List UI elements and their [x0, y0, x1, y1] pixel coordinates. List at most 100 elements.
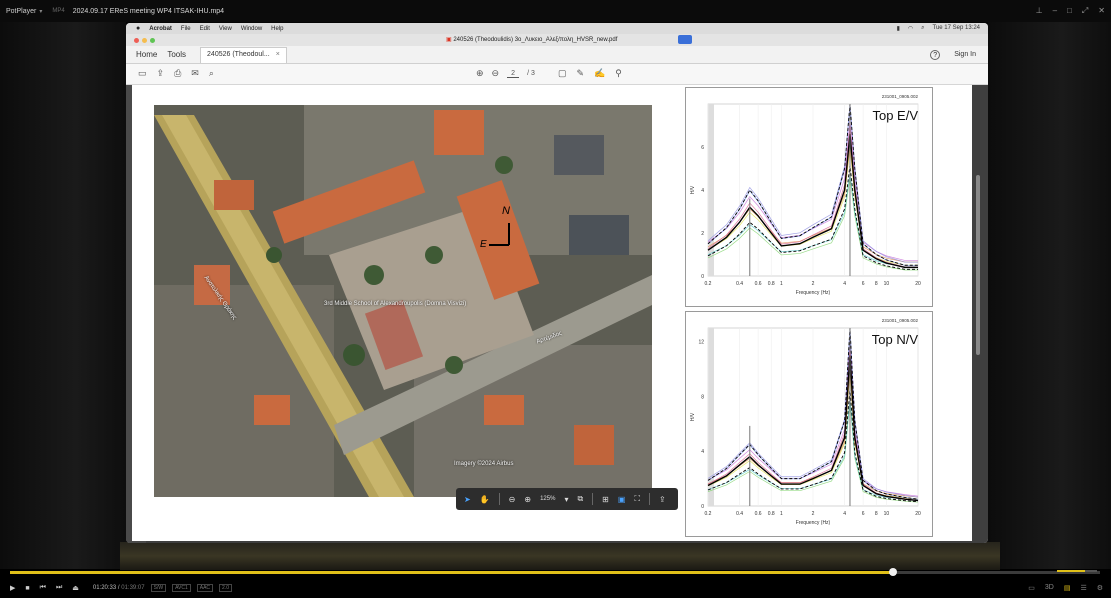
toolbar-separator-2	[592, 493, 594, 505]
menu-acrobat[interactable]: Acrobat	[149, 26, 172, 32]
seek-bar[interactable]	[10, 568, 1100, 576]
x-tick-label: 20	[915, 511, 921, 517]
maximize-icon[interactable]: □	[1067, 6, 1072, 16]
menu-window[interactable]: Window	[241, 26, 262, 32]
menu-help[interactable]: Help	[271, 26, 283, 32]
page-up-icon[interactable]: ⊕	[476, 68, 484, 79]
potplayer-window: PotPlayer ▾ MP4 2024.09.17 EReS meeting …	[0, 0, 1111, 598]
upload-icon[interactable]: ⇪	[157, 68, 165, 79]
map-copyright: Imagery ©2024 Airbus	[454, 461, 514, 467]
select-tool-icon[interactable]: ➤	[464, 495, 471, 504]
3d-icon[interactable]: 3D	[1045, 584, 1054, 592]
wifi-icon[interactable]: ◠	[908, 25, 913, 32]
document-viewer[interactable]: 3rd Middle School of Alexandroupolis (Do…	[126, 85, 988, 543]
email-icon[interactable]: ✉	[191, 68, 199, 79]
screen-share-icon[interactable]	[678, 35, 692, 44]
format-label: MP4	[52, 8, 65, 14]
minimize-icon[interactable]: –	[1053, 6, 1057, 16]
minimize-window-icon[interactable]	[142, 37, 147, 43]
zoom-window-icon[interactable]	[150, 37, 155, 43]
search-icon[interactable]: ⌕	[921, 25, 924, 32]
settings-icon[interactable]: ⚙	[1097, 584, 1103, 592]
player-extra-controls: ▭ 3D ▤ ☰ ⚙	[1028, 584, 1103, 592]
zoom-in-icon[interactable]: ⊕	[524, 495, 531, 504]
window-controls: ⊥ – □ ⤢ ✕	[1036, 6, 1105, 16]
x-tick-label: 10	[884, 281, 890, 287]
pen-icon[interactable]: ✎	[577, 68, 585, 79]
pin-icon[interactable]: ⊥	[1036, 6, 1043, 16]
y-tick-label: 2	[701, 231, 704, 237]
toolbar-separator-3	[649, 493, 651, 505]
eject-icon[interactable]: ⏏	[72, 584, 79, 592]
print-icon[interactable]: ⎙	[174, 68, 181, 79]
close-window-icon[interactable]	[134, 37, 139, 43]
save-icon[interactable]: ▭	[138, 68, 147, 79]
tag-sw: S/W	[150, 584, 167, 592]
chart-ev: 0.2 0.4 0.6 0.8 1 2 4 6 8 10 20 0 2 4 6 231001_0905.002…	[690, 94, 921, 296]
station-id: 231001_0905.002	[882, 318, 919, 323]
time-current: 01:20:33	[92, 585, 117, 591]
fit-width-icon[interactable]: ⊞	[602, 495, 609, 504]
menu-edit[interactable]: Edit	[200, 26, 210, 32]
time-total: 01:39:07	[121, 585, 145, 591]
close-tab-icon[interactable]: ×	[276, 51, 280, 58]
sign-in-link[interactable]: Sign In	[954, 51, 976, 58]
chart-title: Top E/V	[872, 108, 918, 123]
clock-text[interactable]: Tue 17 Sep 13:24	[933, 25, 980, 32]
tag-channels: 2.0	[219, 584, 232, 592]
sign-icon[interactable]: ✍	[594, 68, 605, 79]
previous-icon[interactable]: ⏮	[40, 584, 46, 592]
vertical-scrollbar[interactable]	[976, 175, 980, 355]
mac-menu-bar: ● Acrobat File Edit View Window Help ▮ ◠…	[126, 23, 988, 34]
zoom-out-icon[interactable]: ⊖	[509, 495, 516, 504]
toolbar-separator	[498, 493, 500, 505]
close-icon[interactable]: ✕	[1098, 6, 1105, 16]
satellite-map: 3rd Middle School of Alexandroupolis (Do…	[154, 105, 652, 497]
page-fit-icon[interactable]: ⧉	[577, 494, 583, 504]
menu-extras: ▮ ◠ ⌕ Tue 17 Sep 13:24	[897, 25, 980, 32]
tag-audio-codec: AAC	[196, 584, 214, 592]
chevron-down-icon[interactable]: ▾	[39, 8, 42, 15]
stop-icon[interactable]: ■	[25, 585, 29, 592]
x-tick-label: 8	[875, 511, 878, 517]
nav-home[interactable]: Home	[136, 50, 157, 59]
zoom-dropdown-icon[interactable]: ▾	[564, 495, 568, 504]
apple-icon[interactable]: ●	[136, 25, 140, 32]
fit-page-icon[interactable]: ▣	[618, 495, 626, 504]
stamp-icon[interactable]: ⚲	[615, 68, 622, 79]
y-tick-label: 0	[701, 504, 704, 510]
hand-tool-icon[interactable]: ✋	[480, 495, 490, 504]
seek-handle[interactable]	[888, 568, 897, 576]
nav-tools[interactable]: Tools	[167, 50, 186, 59]
equalizer-icon[interactable]: ▤	[1064, 584, 1071, 592]
help-icon[interactable]: ?	[930, 49, 941, 60]
fullscreen-icon[interactable]: ⤢	[1082, 6, 1088, 16]
zoom-level[interactable]: 125%	[540, 496, 555, 502]
pdf-page: 3rd Middle School of Alexandroupolis (Do…	[132, 85, 972, 541]
x-tick-label: 0.4	[736, 511, 743, 517]
x-tick-label: 4	[843, 511, 846, 517]
page-number-input[interactable]: 2	[507, 70, 520, 78]
menu-file[interactable]: File	[181, 26, 191, 32]
battery-icon[interactable]: ▮	[897, 25, 900, 32]
share-icon[interactable]: ⇪	[659, 495, 666, 504]
playlist-icon[interactable]: ☰	[1080, 584, 1086, 592]
y-axis-label: H/V	[690, 185, 696, 194]
page-total: / 3	[527, 70, 535, 77]
tab-document[interactable]: 240526 (Theodoul... ×	[200, 46, 287, 63]
chart-ev-panel: 0.2 0.4 0.6 0.8 1 2 4 6 8 10 20 0 2 4 6 231001_0905.002…	[685, 87, 933, 307]
volume-slider[interactable]	[1057, 570, 1097, 572]
y-tick-label: 6	[701, 145, 704, 151]
east-label: E	[480, 239, 487, 250]
next-icon[interactable]: ⏭	[56, 584, 62, 592]
comment-icon[interactable]: ▢	[558, 68, 567, 79]
app-name[interactable]: PotPlayer	[6, 8, 36, 15]
menu-view[interactable]: View	[219, 26, 232, 32]
page-down-icon[interactable]: ⊖	[492, 68, 500, 79]
play-icon[interactable]: ▶	[10, 584, 15, 592]
zoom-search-icon[interactable]: ⌕	[209, 68, 214, 79]
x-tick-label: 6	[862, 511, 865, 517]
video-background-scene	[120, 542, 1000, 570]
full-screen-icon[interactable]: ⛶	[634, 494, 640, 504]
subtitle-icon[interactable]: ▭	[1028, 584, 1035, 592]
